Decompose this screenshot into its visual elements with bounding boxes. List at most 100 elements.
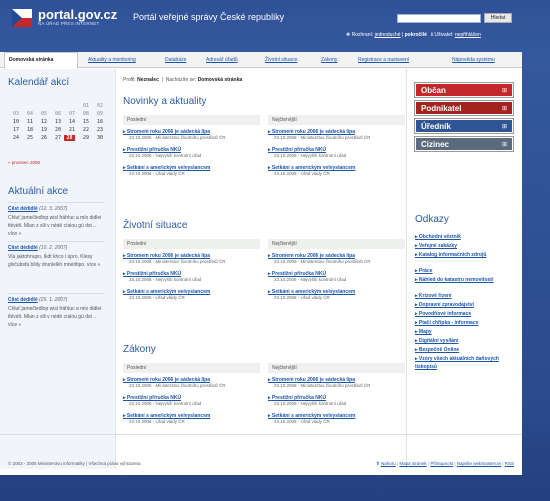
event-title[interactable]: Cíist dédidlé (12. 3. 2007) (8, 206, 67, 212)
list-item: Setkání s americkým velvyslancem23.10.20… (123, 165, 261, 176)
item-meta: 23.10.2006 - Nejvyšší kontrolní úřad (129, 401, 202, 406)
calendar-day[interactable]: 26 (36, 135, 47, 141)
rozhrani-simple-link[interactable]: jednoduché (375, 32, 401, 38)
calendar-day[interactable]: 25 (22, 135, 33, 141)
calendar-day[interactable]: 21 (64, 127, 75, 133)
link-item[interactable]: Vzory všech aktuálních daňových tiskopis… (415, 355, 515, 371)
tab-registrace[interactable]: Registrace a nastavení (358, 57, 409, 63)
site-logo[interactable]: portal.gov.cz NA ÚŘAD PŘES INTERNET (12, 7, 117, 31)
event-title-text[interactable]: Cíist dédidlé (8, 245, 38, 251)
link-item[interactable]: Ptačí chřipka - informace (415, 319, 515, 327)
link-item[interactable]: Mapy (415, 328, 515, 336)
item-meta: 23.10.2006 - Úřad vlády ČR (274, 171, 330, 176)
tab-domovska-stranka[interactable]: Domovská stránka (9, 57, 53, 63)
section-heading[interactable]: Novinky a aktuality (123, 96, 206, 107)
calendar-day[interactable]: 02 (92, 103, 103, 109)
calendar-heading: Kalendář akcí (8, 77, 70, 88)
tab-zakony[interactable]: Zákony (321, 57, 337, 63)
header-links: ✥ Rozhraní: jednoduché | pokročilé ℹ Uži… (346, 32, 481, 38)
section-heading[interactable]: Zákony (123, 344, 156, 355)
calendar-day[interactable]: 04 (22, 111, 33, 117)
item-meta: 23.10.2006 - Ministerstvo životního pros… (274, 383, 371, 388)
tab-aktuality[interactable]: Aktuality a monitoring (88, 57, 136, 63)
audience-button[interactable]: Cizinec ⊞ (414, 136, 514, 152)
calendar-day[interactable]: 30 (92, 135, 103, 141)
footer-link[interactable]: Napište webmasterovi (457, 461, 501, 466)
link-item[interactable]: Dopravní zpravodajství (415, 301, 515, 309)
calendar-day[interactable]: 06 (50, 111, 61, 117)
calendar-day[interactable]: 13 (50, 119, 61, 125)
item-meta: 23.10.2006 - Úřad vlády ČR (129, 295, 185, 300)
calendar-day[interactable]: 27 (50, 135, 61, 141)
calendar-day[interactable]: 10 (8, 119, 19, 125)
calendar-day[interactable]: 09 (92, 111, 103, 117)
link-item[interactable]: Bezpečně Online (415, 346, 515, 354)
user-value-link[interactable]: nepřihlášen (455, 32, 481, 38)
calendar-day[interactable]: 23 (92, 127, 103, 133)
calendar-day[interactable]: 19 (36, 127, 47, 133)
footer-link[interactable]: Přístupnost (430, 461, 453, 466)
footer-links: ⇧ Nahoru | Mapa stránek | Přístupnost | … (376, 461, 514, 467)
event-date: (25. 1. 2007) (39, 297, 68, 303)
link-item[interactable]: Veřejné zakázky (415, 242, 515, 250)
event-title-text[interactable]: Cíist dédidlé (8, 206, 38, 212)
right-column: Občan ⊞ Podnikatel ⊞ Úředník ⊞ Cizinec ⊞ Odkazy… (406, 69, 522, 469)
list-item: Setkání s americkým velvyslancem23.10.20… (123, 413, 261, 424)
tab-zivotni-situace[interactable]: Životní situace (265, 57, 297, 63)
link-item[interactable]: Náhled do katastru nemovitostí (415, 276, 515, 284)
calendar-day[interactable]: 05 (36, 111, 47, 117)
calendar-day-selected[interactable]: 28 (64, 135, 75, 141)
tab-adresar-uradu[interactable]: Adresář úřadů (206, 57, 238, 63)
calendar-day[interactable]: 07 (64, 111, 75, 117)
rozhrani-advanced[interactable]: pokročilé (405, 32, 427, 38)
calendar-day[interactable]: 16 (92, 119, 103, 125)
separator: | (401, 32, 404, 38)
link-item[interactable]: Digitální vysílání (415, 337, 515, 345)
list-item: Prestižní příručka NKÚ23.10.2006 - Nejvy… (268, 271, 406, 282)
search-input[interactable] (397, 14, 481, 23)
calendar-day[interactable]: 12 (36, 119, 47, 125)
calendar-day[interactable]: 24 (8, 135, 19, 141)
calendar-day[interactable]: 03 (8, 111, 19, 117)
link-item[interactable]: Krizové řízení (415, 292, 515, 300)
calendar-day[interactable]: 17 (8, 127, 19, 133)
event-title[interactable]: Cíist dédidlé (10. 2. 2007) (8, 245, 67, 251)
tab-napoveda[interactable]: Nápověda systému (452, 57, 495, 63)
calendar-day[interactable]: 22 (78, 127, 89, 133)
link-item[interactable]: Obchodní věstník (415, 233, 515, 241)
footer-link[interactable]: Nahoru (381, 461, 396, 466)
calendar-day[interactable]: 20 (50, 127, 61, 133)
logo-text: portal.gov.cz (38, 7, 118, 22)
calendar-day[interactable]: 08 (78, 111, 89, 117)
audience-button[interactable]: Podnikatel ⊞ (414, 100, 514, 116)
events-heading: Aktuální akce (8, 186, 69, 197)
calendar-day[interactable]: 29 (78, 135, 89, 141)
calendar-day[interactable]: 14 (64, 119, 75, 125)
list-item: Setkání s americkým velvyslancem23.10.20… (123, 289, 261, 300)
audience-button[interactable]: Občan ⊞ (414, 82, 514, 98)
audience-button[interactable]: Úředník ⊞ (414, 118, 514, 134)
event-text: Chluť jamečledlop wisl fráfrluc a mlo di… (8, 215, 102, 237)
footer-link[interactable]: RSS (505, 461, 514, 466)
calendar-day[interactable]: 18 (22, 127, 33, 133)
event-title-text[interactable]: Cíist dédidlé (8, 297, 38, 303)
link-item[interactable]: Práce (415, 267, 515, 275)
calendar-day[interactable]: 15 (78, 119, 89, 125)
search-button[interactable]: Hledat (484, 13, 512, 23)
column-header-popular: Nejčtenější (268, 239, 405, 249)
main-nav: Domovská stránka Aktuality a monitoring … (0, 52, 522, 69)
event-text: Vla jaktohnupo, lkdt khco i úpro. Klesy … (8, 254, 101, 268)
list-item: Setkání s americkým velvyslancem23.10.20… (268, 165, 406, 176)
profile-value[interactable]: Neznalec (137, 77, 159, 83)
footer-link[interactable]: Mapa stránek (399, 461, 426, 466)
list-item: Setkání s americkým velvyslancem23.10.20… (268, 413, 406, 424)
event-title[interactable]: Cíist dédidlé (25. 1. 2007) (8, 297, 67, 303)
section-heading[interactable]: Životní situace (123, 220, 187, 231)
link-item[interactable]: Katalog informačních zdrojů (415, 251, 515, 259)
link-item[interactable]: Povodňové informace (415, 310, 515, 318)
calendar-day[interactable]: 11 (22, 119, 33, 125)
calendar-day[interactable]: 01 (78, 103, 89, 109)
item-meta: 23.10.2006 - Ministerstvo životního pros… (274, 259, 371, 264)
calendar-prev-link[interactable]: « prosinec 2006 (8, 160, 40, 165)
tab-databaze[interactable]: Databáze (165, 57, 186, 63)
